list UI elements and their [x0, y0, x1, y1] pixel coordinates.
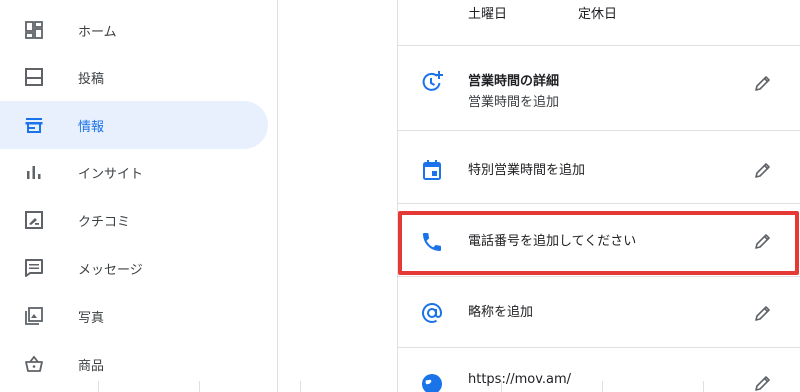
edit-pencil-icon[interactable]: [753, 231, 773, 251]
hours-detail-row[interactable]: 営業時間の詳細 営業時間を追加: [398, 46, 798, 130]
sidebar-item-insights[interactable]: インサイト: [0, 148, 268, 196]
hours-detail-title: 営業時間の詳細: [468, 74, 560, 89]
sidebar-item-label: メッセージ: [78, 262, 143, 278]
phone-row[interactable]: 電話番号を追加してください: [398, 211, 798, 275]
day-status: 定休日: [578, 7, 618, 22]
sidebar-item-label: 商品: [78, 358, 105, 374]
sidebar-item-label: インサイト: [78, 166, 144, 182]
row-divider: [398, 203, 800, 204]
sidebar: ホーム 投稿 情報 インサイト クチコミ メッセージ 写真 商品: [0, 0, 277, 392]
globe-icon: [422, 374, 442, 392]
edit-pencil-icon[interactable]: [753, 303, 773, 323]
sidebar-item-label: 投稿: [78, 71, 105, 87]
sidebar-item-label: ホーム: [78, 24, 117, 40]
sidebar-item-label: 情報: [78, 119, 105, 135]
calendar-icon: [423, 160, 441, 180]
sidebar-item-label: クチコミ: [78, 214, 131, 230]
at-sign-icon: [422, 303, 443, 323]
website-url: https://mov.am/: [468, 372, 572, 387]
short-name-label: 略称を追加: [468, 305, 534, 320]
sidebar-item-info[interactable]: 情報: [0, 101, 268, 149]
hours-row: 土曜日 定休日: [398, 0, 798, 40]
schedule-add-icon: [422, 71, 443, 91]
short-name-row[interactable]: 略称を追加: [398, 277, 798, 347]
special-hours-label: 特別営業時間を追加: [468, 163, 586, 178]
hours-detail-subtitle: 営業時間を追加: [468, 95, 560, 110]
sidebar-item-reviews[interactable]: クチコミ: [0, 196, 268, 244]
post-icon: [25, 68, 43, 86]
phone-icon: [423, 233, 441, 251]
sidebar-item-messages[interactable]: メッセージ: [0, 244, 268, 292]
sidebar-item-photos[interactable]: 写真: [0, 292, 268, 340]
sidebar-item-products[interactable]: 商品: [0, 340, 268, 388]
sidebar-item-posts[interactable]: 投稿: [0, 53, 268, 101]
storefront-icon: [25, 118, 43, 133]
website-row[interactable]: https://mov.am/: [398, 348, 798, 392]
edit-pencil-icon[interactable]: [753, 373, 773, 392]
bar-chart-icon: [27, 166, 41, 179]
review-icon: [25, 211, 43, 229]
special-hours-row[interactable]: 特別営業時間を追加: [398, 131, 798, 203]
message-icon: [25, 259, 43, 277]
sidebar-divider: [277, 0, 278, 392]
edit-pencil-icon[interactable]: [753, 73, 773, 93]
basket-icon: [25, 355, 43, 372]
scroll-tick: [300, 381, 301, 392]
scroll-tick: [98, 381, 99, 392]
day-label: 土曜日: [468, 7, 508, 22]
sidebar-item-home[interactable]: ホーム: [0, 6, 268, 54]
phone-label: 電話番号を追加してください: [468, 234, 637, 249]
photo-icon: [25, 307, 43, 325]
edit-pencil-icon[interactable]: [753, 160, 773, 180]
dashboard-icon: [25, 21, 43, 39]
scroll-tick: [199, 381, 200, 392]
sidebar-item-label: 写真: [78, 310, 105, 326]
